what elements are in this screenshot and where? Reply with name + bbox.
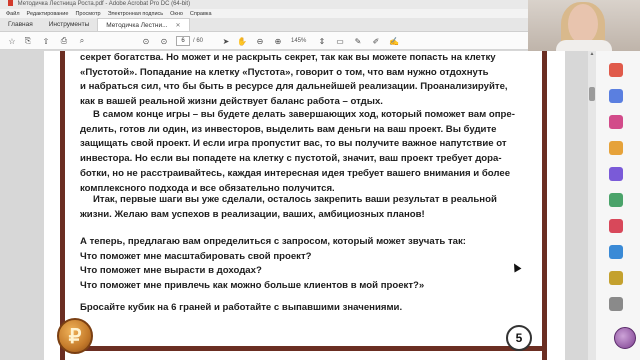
sign-icon[interactable]: ✍: [388, 35, 400, 47]
presenter-face: [568, 4, 598, 44]
text-line: делить, готов ли один, из инвесторов, вы…: [80, 123, 497, 135]
organize-pages-icon[interactable]: [609, 193, 623, 207]
print-icon[interactable]: ⎙: [58, 35, 70, 47]
menu-bar: Файл Редактирование Просмотр Электронная…: [0, 9, 528, 18]
paragraph-4: А теперь, предлагаю вам определиться с з…: [80, 235, 536, 294]
text-line: А теперь, предлагаю вам определиться с з…: [80, 236, 467, 247]
text-line: Итак, первые шаги вы уже сделали, остало…: [93, 194, 497, 205]
text-line: В самом конце игры – вы будете делать за…: [93, 109, 515, 120]
search-icon[interactable]: ⌕: [76, 35, 88, 47]
highlight-icon[interactable]: ✐: [370, 35, 382, 47]
comment-tool-icon[interactable]: [609, 141, 623, 155]
tab-document[interactable]: Методичка Лестни... ✕: [97, 18, 190, 31]
text-line: ботки, но не расстраивайтесь, каждая инт…: [80, 167, 511, 179]
protect-icon[interactable]: [609, 271, 623, 285]
presenter-shirt: [556, 40, 612, 51]
upload-icon[interactable]: ⇧: [40, 35, 52, 47]
text-line: защищать свой проект. И если игра пропус…: [80, 138, 507, 150]
paragraph-1: секрет богатства. Но может и не раскрыть…: [80, 51, 536, 110]
pdf-page: секрет богатства. Но может и не раскрыть…: [44, 51, 565, 360]
page-number-input[interactable]: 6: [176, 36, 190, 46]
menu-help[interactable]: Справка: [190, 11, 212, 17]
select-cursor-icon[interactable]: ➤: [220, 35, 232, 47]
fit-page-icon[interactable]: ⇕: [316, 35, 328, 47]
tab-tools[interactable]: Инструменты: [41, 18, 98, 31]
tab-home[interactable]: Главная: [0, 18, 41, 31]
menu-esign[interactable]: Электронная подпись: [108, 11, 164, 17]
text-line: и набраться сил, что бы быть в ресурсе д…: [80, 81, 508, 93]
page-border-right: [542, 51, 547, 360]
combine-files-icon[interactable]: [609, 167, 623, 181]
zoom-out-icon[interactable]: ⊖: [254, 35, 266, 47]
export-pdf-icon[interactable]: [609, 63, 623, 77]
menu-file[interactable]: Файл: [6, 11, 20, 17]
text-line: Что поможет мне вырасти в доходах?: [80, 265, 262, 277]
webcam-overlay: [528, 0, 640, 51]
avatar: [614, 327, 636, 349]
text-line: Бросайте кубик на 6 граней и работайте с…: [80, 302, 403, 313]
fill-sign-icon[interactable]: [609, 219, 623, 233]
scroll-up-icon[interactable]: ▲: [588, 51, 596, 59]
text-line: инвестора. Но если вы попадете на клетку…: [80, 153, 502, 165]
page-total: / 60: [193, 38, 204, 44]
left-margin: [0, 51, 44, 360]
tab-document-label: Методичка Лестни...: [106, 21, 168, 29]
text-line: Что поможет мне масштабировать свой прое…: [80, 250, 312, 262]
close-icon[interactable]: ✕: [176, 22, 181, 29]
menu-window[interactable]: Окно: [170, 11, 183, 17]
comment-icon[interactable]: ▭: [334, 35, 346, 47]
scroll-thumb[interactable]: [589, 87, 595, 101]
vertical-scrollbar[interactable]: ▲: [588, 51, 596, 360]
text-line: «Пустотой». Попадание на клетку «Пустота…: [80, 66, 489, 78]
acrobat-window: Методичка Лестница Роста.pdf - Adobe Acr…: [0, 0, 640, 360]
prev-page-icon[interactable]: ⊙: [140, 35, 152, 47]
paragraph-3: Итак, первые шаги вы уже сделали, остало…: [80, 193, 536, 222]
page-border-left: [60, 51, 65, 360]
paragraph-5: Бросайте кубик на 6 граней и работайте с…: [80, 301, 536, 316]
toolbar: ☆ ⎘ ⇧ ⎙ ⌕ ⊙ ⊙ 6 / 60 ➤ ✋ ⊖ ⊕ 145% ⇕ ▭ ✎ …: [0, 32, 528, 50]
text-line: Что поможет мне привлечь как можно больш…: [80, 280, 425, 292]
zoom-level[interactable]: 145%: [291, 36, 306, 46]
star-icon[interactable]: ☆: [6, 35, 18, 47]
page-number-badge: 5: [506, 325, 532, 351]
text-line: жизни. Желаю вам успехов в реализации, в…: [80, 208, 425, 220]
text-line: секрет богатства. Но может и не раскрыть…: [80, 52, 496, 63]
edit-pdf-icon[interactable]: [609, 115, 623, 129]
tools-panel: [596, 51, 640, 360]
pen-icon[interactable]: ✎: [352, 35, 364, 47]
ruble-coin-icon: ₽: [57, 318, 93, 354]
next-page-icon[interactable]: ⊙: [158, 35, 170, 47]
menu-view[interactable]: Просмотр: [75, 11, 100, 17]
title-bar: Методичка Лестница Роста.pdf - Adobe Acr…: [0, 0, 528, 9]
tabs-row: Главная Инструменты Методичка Лестни... …: [0, 18, 528, 32]
save-icon[interactable]: ⎘: [22, 35, 34, 47]
pdf-file-icon: [8, 0, 13, 6]
more-tools-icon[interactable]: [609, 297, 623, 311]
paragraph-2: В самом конце игры – вы будете делать за…: [80, 108, 536, 196]
hand-icon[interactable]: ✋: [236, 35, 248, 47]
create-pdf-icon[interactable]: [609, 89, 623, 103]
compress-pdf-icon[interactable]: [609, 245, 623, 259]
window-title: Методичка Лестница Роста.pdf - Adobe Acr…: [17, 1, 191, 7]
menu-edit[interactable]: Редактирование: [27, 11, 69, 17]
zoom-in-icon[interactable]: ⊕: [272, 35, 284, 47]
page-border-bottom: [60, 346, 547, 351]
